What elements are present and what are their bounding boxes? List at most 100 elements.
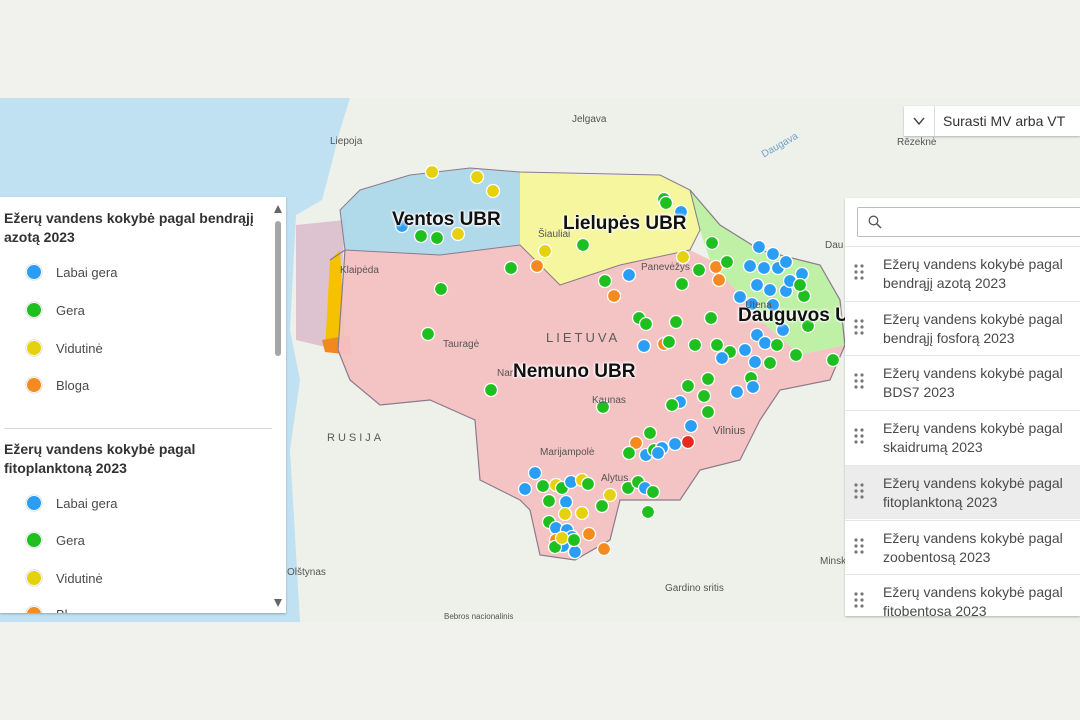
lake-point[interactable] <box>567 544 583 560</box>
lake-point[interactable] <box>580 476 596 492</box>
lake-point[interactable] <box>749 277 765 293</box>
layer-item[interactable]: Ežerų vandens kokybė pagal bendrąjį azot… <box>845 246 1080 300</box>
lake-point[interactable] <box>667 436 683 452</box>
lake-point[interactable] <box>700 371 716 387</box>
lake-point[interactable] <box>825 352 841 368</box>
drag-handle-icon[interactable] <box>853 263 865 281</box>
lake-point[interactable] <box>737 342 753 358</box>
lake-point[interactable] <box>742 258 758 274</box>
lake-point[interactable] <box>769 337 785 353</box>
lake-point[interactable] <box>429 230 445 246</box>
lake-point[interactable] <box>636 338 652 354</box>
layer-item[interactable]: Ežerų vandens kokybė pagal fitoplanktoną… <box>845 464 1080 519</box>
lake-point[interactable] <box>658 195 674 211</box>
lake-point[interactable] <box>638 316 654 332</box>
dropdown-toggle[interactable] <box>904 106 935 136</box>
lake-point[interactable] <box>558 494 574 510</box>
legend-panel[interactable]: Ežerų vandens kokybė pagal bendrąjį azot… <box>0 197 286 613</box>
lake-point[interactable] <box>483 382 499 398</box>
layer-list-panel[interactable]: Ežerų vandens kokybė pagal bendrąjį azot… <box>845 198 1080 616</box>
drag-handle-icon[interactable] <box>853 427 865 445</box>
lake-point[interactable] <box>762 282 778 298</box>
lake-point[interactable] <box>517 481 533 497</box>
layer-name[interactable]: Ežerų vandens kokybė pagal zoobentosą 20… <box>883 529 1073 567</box>
layer-name[interactable]: Ežerų vandens kokybė pagal BDS7 2023 <box>883 364 1073 402</box>
lake-point[interactable] <box>575 237 591 253</box>
layer-name[interactable]: Ežerų vandens kokybė pagal bendrąjį azot… <box>883 255 1073 293</box>
layer-name[interactable]: Ežerų vandens kokybė pagal fitobentosą 2… <box>883 583 1073 616</box>
lake-point[interactable] <box>581 526 597 542</box>
lake-point[interactable] <box>664 397 680 413</box>
lake-point[interactable] <box>792 277 808 293</box>
lake-point[interactable] <box>557 506 573 522</box>
lake-point[interactable] <box>696 388 712 404</box>
lake-point[interactable] <box>503 260 519 276</box>
lake-point[interactable] <box>687 337 703 353</box>
drag-handle-icon[interactable] <box>853 482 865 500</box>
lake-point[interactable] <box>537 243 553 259</box>
lake-point[interactable] <box>621 267 637 283</box>
find-lake-label[interactable]: Surasti MV arba VT <box>935 113 1065 129</box>
lake-point[interactable] <box>765 246 781 262</box>
lake-point[interactable] <box>661 334 677 350</box>
lake-point[interactable] <box>606 288 622 304</box>
lake-point[interactable] <box>433 281 449 297</box>
lake-point[interactable] <box>596 541 612 557</box>
drag-handle-icon[interactable] <box>853 591 865 609</box>
lake-point[interactable] <box>621 445 637 461</box>
layer-item[interactable]: Ežerų vandens kokybė pagal BDS7 2023 <box>845 355 1080 409</box>
lake-point[interactable] <box>683 418 699 434</box>
layer-name[interactable]: Ežerų vandens kokybė pagal skaidrumą 202… <box>883 419 1073 457</box>
lake-point[interactable] <box>650 445 666 461</box>
lake-point[interactable] <box>751 239 767 255</box>
lake-point[interactable] <box>704 235 720 251</box>
lake-point[interactable] <box>788 347 804 363</box>
lake-point[interactable] <box>719 254 735 270</box>
lake-point[interactable] <box>703 310 719 326</box>
find-lake-control[interactable]: Surasti MV arba VT <box>904 106 1080 136</box>
lake-point[interactable] <box>527 465 543 481</box>
lake-point[interactable] <box>757 335 773 351</box>
layer-item[interactable]: Ežerų vandens kokybė pagal bendrąjį fosf… <box>845 300 1080 355</box>
lake-point[interactable] <box>747 354 763 370</box>
legend-scrollbar[interactable] <box>272 201 284 613</box>
lake-point[interactable] <box>668 314 684 330</box>
lake-point[interactable] <box>645 484 661 500</box>
layer-item[interactable]: Ežerų vandens kokybė pagal skaidrumą 202… <box>845 410 1080 464</box>
lake-point[interactable] <box>597 273 613 289</box>
drag-handle-icon[interactable] <box>853 537 865 555</box>
lake-point[interactable] <box>709 337 725 353</box>
layer-name[interactable]: Ežerų vandens kokybė pagal bendrąjį fosf… <box>883 310 1073 348</box>
lake-point[interactable] <box>602 487 618 503</box>
lake-point[interactable] <box>413 228 429 244</box>
layer-item[interactable]: Ežerų vandens kokybė pagal fitobentosą 2… <box>845 574 1080 616</box>
lake-point[interactable] <box>642 425 658 441</box>
layer-item[interactable]: Ežerų vandens kokybė pagal zoobentosą 20… <box>845 519 1080 574</box>
lake-point[interactable] <box>535 478 551 494</box>
lake-point[interactable] <box>680 434 696 450</box>
layer-search-field[interactable] <box>857 207 1080 237</box>
lake-point[interactable] <box>680 378 696 394</box>
lake-point[interactable] <box>640 504 656 520</box>
lake-point[interactable] <box>469 169 485 185</box>
lake-point[interactable] <box>711 272 727 288</box>
lake-point[interactable] <box>762 355 778 371</box>
lake-point[interactable] <box>424 164 440 180</box>
lake-point[interactable] <box>594 498 610 514</box>
lake-point[interactable] <box>420 326 436 342</box>
lake-point[interactable] <box>554 530 570 546</box>
lake-point[interactable] <box>756 260 772 276</box>
drag-handle-icon[interactable] <box>853 372 865 390</box>
lake-point[interactable] <box>729 384 745 400</box>
drag-handle-icon[interactable] <box>853 318 865 336</box>
lake-point[interactable] <box>745 379 761 395</box>
lake-point[interactable] <box>778 254 794 270</box>
lake-point[interactable] <box>674 276 690 292</box>
lake-point[interactable] <box>541 493 557 509</box>
lake-point[interactable] <box>714 350 730 366</box>
lake-point[interactable] <box>574 505 590 521</box>
lake-point[interactable] <box>691 262 707 278</box>
lake-point[interactable] <box>485 183 501 199</box>
layer-name[interactable]: Ežerų vandens kokybė pagal fitoplanktoną… <box>883 474 1073 512</box>
lake-point[interactable] <box>700 404 716 420</box>
